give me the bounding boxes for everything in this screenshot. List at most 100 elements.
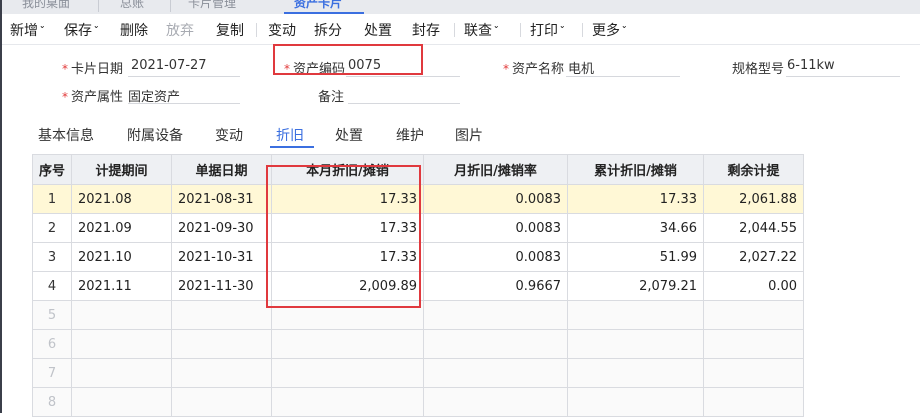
cell-empty[interactable]	[423, 358, 569, 388]
tab-card-management[interactable]: 卡片管理	[188, 0, 236, 11]
copy-button[interactable]: 复制	[216, 20, 244, 40]
tab-attached-equipment[interactable]: 附属设备	[127, 125, 183, 145]
tab-general-ledger[interactable]: 总账	[120, 0, 144, 11]
change-button[interactable]: 变动	[268, 20, 296, 40]
cell-period[interactable]: 2021.08	[71, 184, 173, 214]
toolbar-divider	[582, 23, 583, 37]
cell-index: 3	[31, 242, 73, 272]
cell-accumulated[interactable]: 51.99	[567, 242, 705, 272]
cell-empty[interactable]	[271, 329, 425, 359]
cell-empty[interactable]	[567, 358, 705, 388]
cell-accumulated[interactable]: 34.66	[567, 213, 705, 243]
cell-remaining[interactable]: 2,044.55	[703, 213, 805, 243]
asset-name-label: * 资产名称	[503, 58, 564, 77]
cell-empty[interactable]	[271, 387, 425, 417]
more-button[interactable]: 更多˅	[592, 20, 627, 40]
tab-depreciation[interactable]: 折旧	[276, 125, 304, 145]
dispose-button[interactable]: 处置	[364, 20, 392, 40]
delete-button[interactable]: 删除	[120, 20, 148, 40]
cell-empty[interactable]	[567, 329, 705, 359]
note-label: 备注	[318, 90, 345, 105]
asset-name-field[interactable]: 电机	[568, 58, 594, 77]
asset-attr-label-text: 资产属性	[71, 90, 124, 105]
print-button[interactable]: 打印˅	[530, 20, 565, 40]
cell-monthly-rate[interactable]: 0.0083	[423, 184, 569, 214]
cell-empty[interactable]	[567, 387, 705, 417]
note-underline	[348, 103, 460, 104]
spec-underline	[786, 76, 900, 77]
cell-empty[interactable]	[703, 329, 805, 359]
highlight-box-asset-code	[273, 44, 423, 75]
cell-empty[interactable]	[171, 387, 273, 417]
col-header-doc-date[interactable]: 单据日期	[171, 154, 273, 185]
spec-field[interactable]: 6-11kw	[787, 58, 835, 73]
cell-empty[interactable]	[171, 358, 273, 388]
cell-empty[interactable]	[171, 329, 273, 359]
cell-remaining[interactable]: 2,027.22	[703, 242, 805, 272]
col-header-period[interactable]: 计提期间	[71, 154, 173, 185]
save-button-label: 保存	[64, 23, 92, 39]
cell-empty[interactable]	[271, 358, 425, 388]
print-button-label: 打印	[530, 23, 558, 39]
chevron-down-icon: ˅	[39, 26, 46, 36]
cell-empty[interactable]	[703, 358, 805, 388]
cell-empty[interactable]	[703, 300, 805, 330]
save-button[interactable]: 保存˅	[64, 20, 99, 40]
asset-name-label-text: 资产名称	[512, 62, 565, 77]
cell-empty[interactable]	[423, 300, 569, 330]
card-date-field[interactable]: 2021-07-27	[131, 58, 207, 73]
cell-index: 6	[31, 329, 73, 359]
discard-button[interactable]: 放弃	[166, 20, 194, 40]
chevron-down-icon: ˅	[559, 26, 566, 36]
query-button[interactable]: 联查˅	[464, 20, 499, 40]
cell-period[interactable]: 2021.09	[71, 213, 173, 243]
cell-monthly-rate[interactable]: 0.0083	[423, 242, 569, 272]
col-header-accumulated-depreciation[interactable]: 累计折旧/摊销	[567, 154, 705, 185]
cell-empty[interactable]	[423, 329, 569, 359]
tab-my-desktop[interactable]: 我的桌面	[22, 0, 70, 11]
cell-doc-date[interactable]: 2021-09-30	[171, 213, 273, 243]
cell-empty[interactable]	[171, 300, 273, 330]
cell-accumulated[interactable]: 17.33	[567, 184, 705, 214]
asset-name-underline	[566, 76, 680, 77]
cell-empty[interactable]	[71, 358, 173, 388]
cell-doc-date[interactable]: 2021-11-30	[171, 271, 273, 301]
cell-empty[interactable]	[71, 300, 173, 330]
col-header-remaining[interactable]: 剩余计提	[703, 154, 805, 185]
new-button[interactable]: 新增˅	[10, 20, 45, 40]
seal-button[interactable]: 封存	[412, 20, 440, 40]
col-header-index[interactable]: 序号	[31, 154, 73, 185]
cell-empty[interactable]	[703, 387, 805, 417]
cell-empty[interactable]	[71, 387, 173, 417]
more-button-label: 更多	[592, 23, 620, 39]
cell-period[interactable]: 2021.10	[71, 242, 173, 272]
col-header-monthly-rate[interactable]: 月折旧/摊销率	[423, 154, 569, 185]
table-row-empty[interactable]: 8	[31, 387, 805, 417]
cell-doc-date[interactable]: 2021-08-31	[171, 184, 273, 214]
cell-monthly-rate[interactable]: 0.0083	[423, 213, 569, 243]
tab-asset-card[interactable]: 资产卡片	[294, 0, 342, 11]
tab-disposal[interactable]: 处置	[335, 125, 363, 145]
cell-empty[interactable]	[71, 329, 173, 359]
required-marker: *	[503, 62, 509, 76]
cell-remaining[interactable]: 2,061.88	[703, 184, 805, 214]
chevron-down-icon: ˅	[493, 26, 500, 36]
tab-picture[interactable]: 图片	[455, 125, 483, 145]
table-row-empty[interactable]: 7	[31, 358, 805, 388]
cell-monthly-rate[interactable]: 0.9667	[423, 271, 569, 301]
tab-maintenance[interactable]: 维护	[396, 125, 424, 145]
toolbar-divider	[454, 23, 455, 37]
cell-accumulated[interactable]: 2,079.21	[567, 271, 705, 301]
window-tab-strip: 我的桌面 总账 卡片管理 资产卡片	[2, 0, 920, 14]
cell-empty[interactable]	[567, 300, 705, 330]
split-button[interactable]: 拆分	[314, 20, 342, 40]
table-row-empty[interactable]: 6	[31, 329, 805, 359]
tab-basic-info[interactable]: 基本信息	[38, 125, 94, 145]
left-edge-bar	[0, 0, 2, 413]
cell-empty[interactable]	[423, 387, 569, 417]
cell-remaining[interactable]: 0.00	[703, 271, 805, 301]
cell-period[interactable]: 2021.11	[71, 271, 173, 301]
tab-change[interactable]: 变动	[215, 125, 243, 145]
cell-doc-date[interactable]: 2021-10-31	[171, 242, 273, 272]
toolbar-divider	[256, 23, 257, 37]
